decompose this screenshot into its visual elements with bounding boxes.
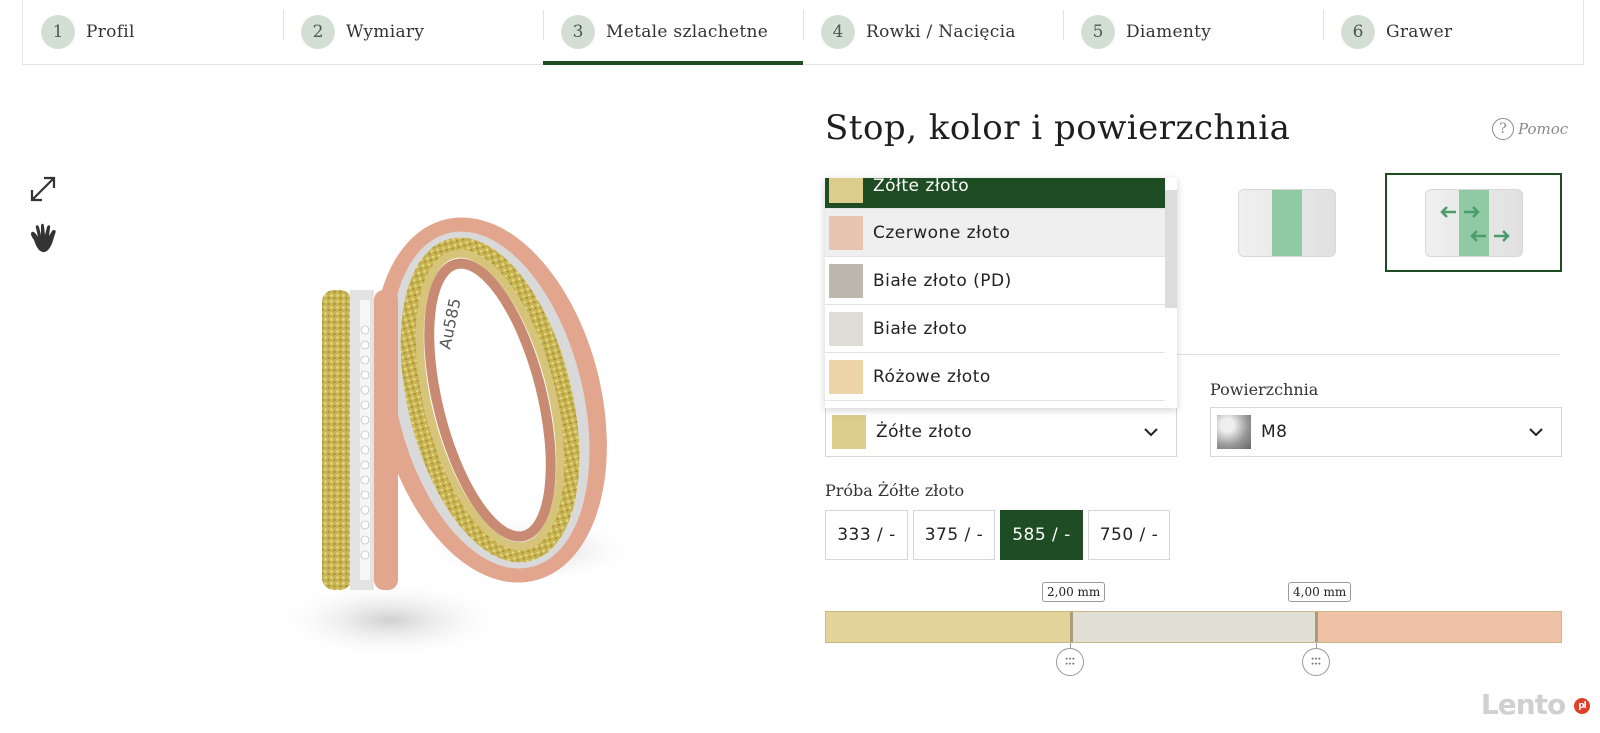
layout-thumbnail xyxy=(1425,189,1523,257)
metal-option[interactable]: Różowe złoto xyxy=(825,353,1165,401)
watermark: Lento pl xyxy=(1481,688,1590,721)
stripe-width-bar xyxy=(825,611,1562,643)
arrows-icon xyxy=(1426,190,1522,256)
metal-option-label: Białe złoto (PD) xyxy=(873,270,1012,291)
stripe-drag-handle-2[interactable] xyxy=(1302,648,1330,676)
steps-bar: 1 Profil 2 Wymiary 3 Metale szlachetne 4… xyxy=(22,0,1584,65)
layout-option-adjustable-stripes[interactable] xyxy=(1385,173,1562,272)
step-metale-szlachetne[interactable]: 3 Metale szlachetne xyxy=(543,0,803,65)
step-label: Grawer xyxy=(1386,22,1453,42)
grip-icon xyxy=(1311,657,1321,665)
help-link[interactable]: ? Pomoc xyxy=(1492,118,1568,140)
stripe-segment-white-gold xyxy=(1072,612,1316,642)
layout-thumbnail xyxy=(1238,189,1336,257)
metal-dropdown-list[interactable]: Żółte złoto Czerwone złoto Białe złoto (… xyxy=(825,178,1177,408)
purity-label: Próba Żółte złoto xyxy=(825,481,965,500)
metal-option[interactable]: Żółte złoto xyxy=(825,178,1165,209)
purity-option-750[interactable]: 750 / - xyxy=(1088,510,1170,560)
step-number: 4 xyxy=(821,15,855,49)
width-marker-label: 2,00 mm xyxy=(1042,582,1106,602)
step-rowki-naciecia[interactable]: 4 Rowki / Nacięcia xyxy=(803,0,1063,64)
step-grawer[interactable]: 6 Grawer xyxy=(1323,0,1583,64)
dropdown-scrollbar[interactable] xyxy=(1165,190,1177,308)
layout-option-three-stripes[interactable] xyxy=(1238,189,1336,257)
metal-color-swatch xyxy=(829,215,863,250)
help-icon: ? xyxy=(1492,118,1514,140)
step-number: 6 xyxy=(1341,15,1375,49)
step-number: 5 xyxy=(1081,15,1115,49)
metal-color-swatch xyxy=(829,359,863,394)
watermark-logo-icon: pl xyxy=(1574,698,1590,714)
fullscreen-icon[interactable] xyxy=(26,172,60,206)
metal-option-label: Żółte złoto xyxy=(873,178,970,196)
page-title: Stop, kolor i powierzchnia xyxy=(825,108,1291,148)
chevron-down-icon xyxy=(1144,428,1158,437)
step-number: 2 xyxy=(301,15,335,49)
step-wymiary[interactable]: 2 Wymiary xyxy=(283,0,543,64)
step-number: 1 xyxy=(41,15,75,49)
metal-color-swatch xyxy=(832,415,866,449)
ring-engraving-text: Au585 xyxy=(435,296,464,350)
step-label: Metale szlachetne xyxy=(606,22,769,42)
metal-option[interactable]: Białe złoto (PD) xyxy=(825,257,1165,305)
metal-option[interactable]: Czerwone złoto xyxy=(825,209,1165,257)
surface-label: Powierzchnia xyxy=(1210,380,1319,399)
metal-color-swatch xyxy=(829,311,863,346)
help-label: Pomoc xyxy=(1518,120,1569,138)
surface-select-value: M8 xyxy=(1261,422,1288,442)
stripe-segment-yellow-gold xyxy=(826,612,1070,642)
metal-select[interactable]: Żółte złoto xyxy=(825,407,1177,457)
step-diamenty[interactable]: 5 Diamenty xyxy=(1063,0,1323,64)
metal-color-swatch xyxy=(829,178,863,203)
metal-option-label: Czerwone złoto xyxy=(873,222,1011,243)
watermark-text: Lento xyxy=(1480,688,1566,721)
surface-select[interactable]: M8 xyxy=(1210,407,1562,457)
purity-option-585[interactable]: 585 / - xyxy=(1000,510,1083,560)
purity-option-375[interactable]: 375 / - xyxy=(913,510,995,560)
step-label: Wymiary xyxy=(346,22,425,42)
surface-texture-swatch xyxy=(1217,415,1251,449)
purity-option-333[interactable]: 333 / - xyxy=(825,510,908,560)
ring-preview-image[interactable]: Au585 xyxy=(240,150,660,710)
chevron-down-icon xyxy=(1529,428,1543,437)
metal-option[interactable]: Białe złoto xyxy=(825,305,1165,353)
metal-option-label: Różowe złoto xyxy=(873,366,991,387)
metal-color-swatch xyxy=(829,263,863,298)
metal-option-label: Białe złoto xyxy=(873,318,968,339)
grip-icon xyxy=(1065,657,1075,665)
step-label: Diamenty xyxy=(1126,22,1212,42)
step-label: Profil xyxy=(86,22,135,42)
step-profil[interactable]: 1 Profil xyxy=(23,0,283,64)
step-number: 3 xyxy=(561,15,595,49)
width-marker-label: 4,00 mm xyxy=(1288,582,1352,602)
step-label: Rowki / Nacięcia xyxy=(866,22,1016,42)
stripe-segment-red-gold xyxy=(1318,612,1562,642)
metal-select-value: Żółte złoto xyxy=(876,422,973,442)
stripe-drag-handle-1[interactable] xyxy=(1056,648,1084,676)
drag-hand-icon[interactable] xyxy=(26,222,60,256)
